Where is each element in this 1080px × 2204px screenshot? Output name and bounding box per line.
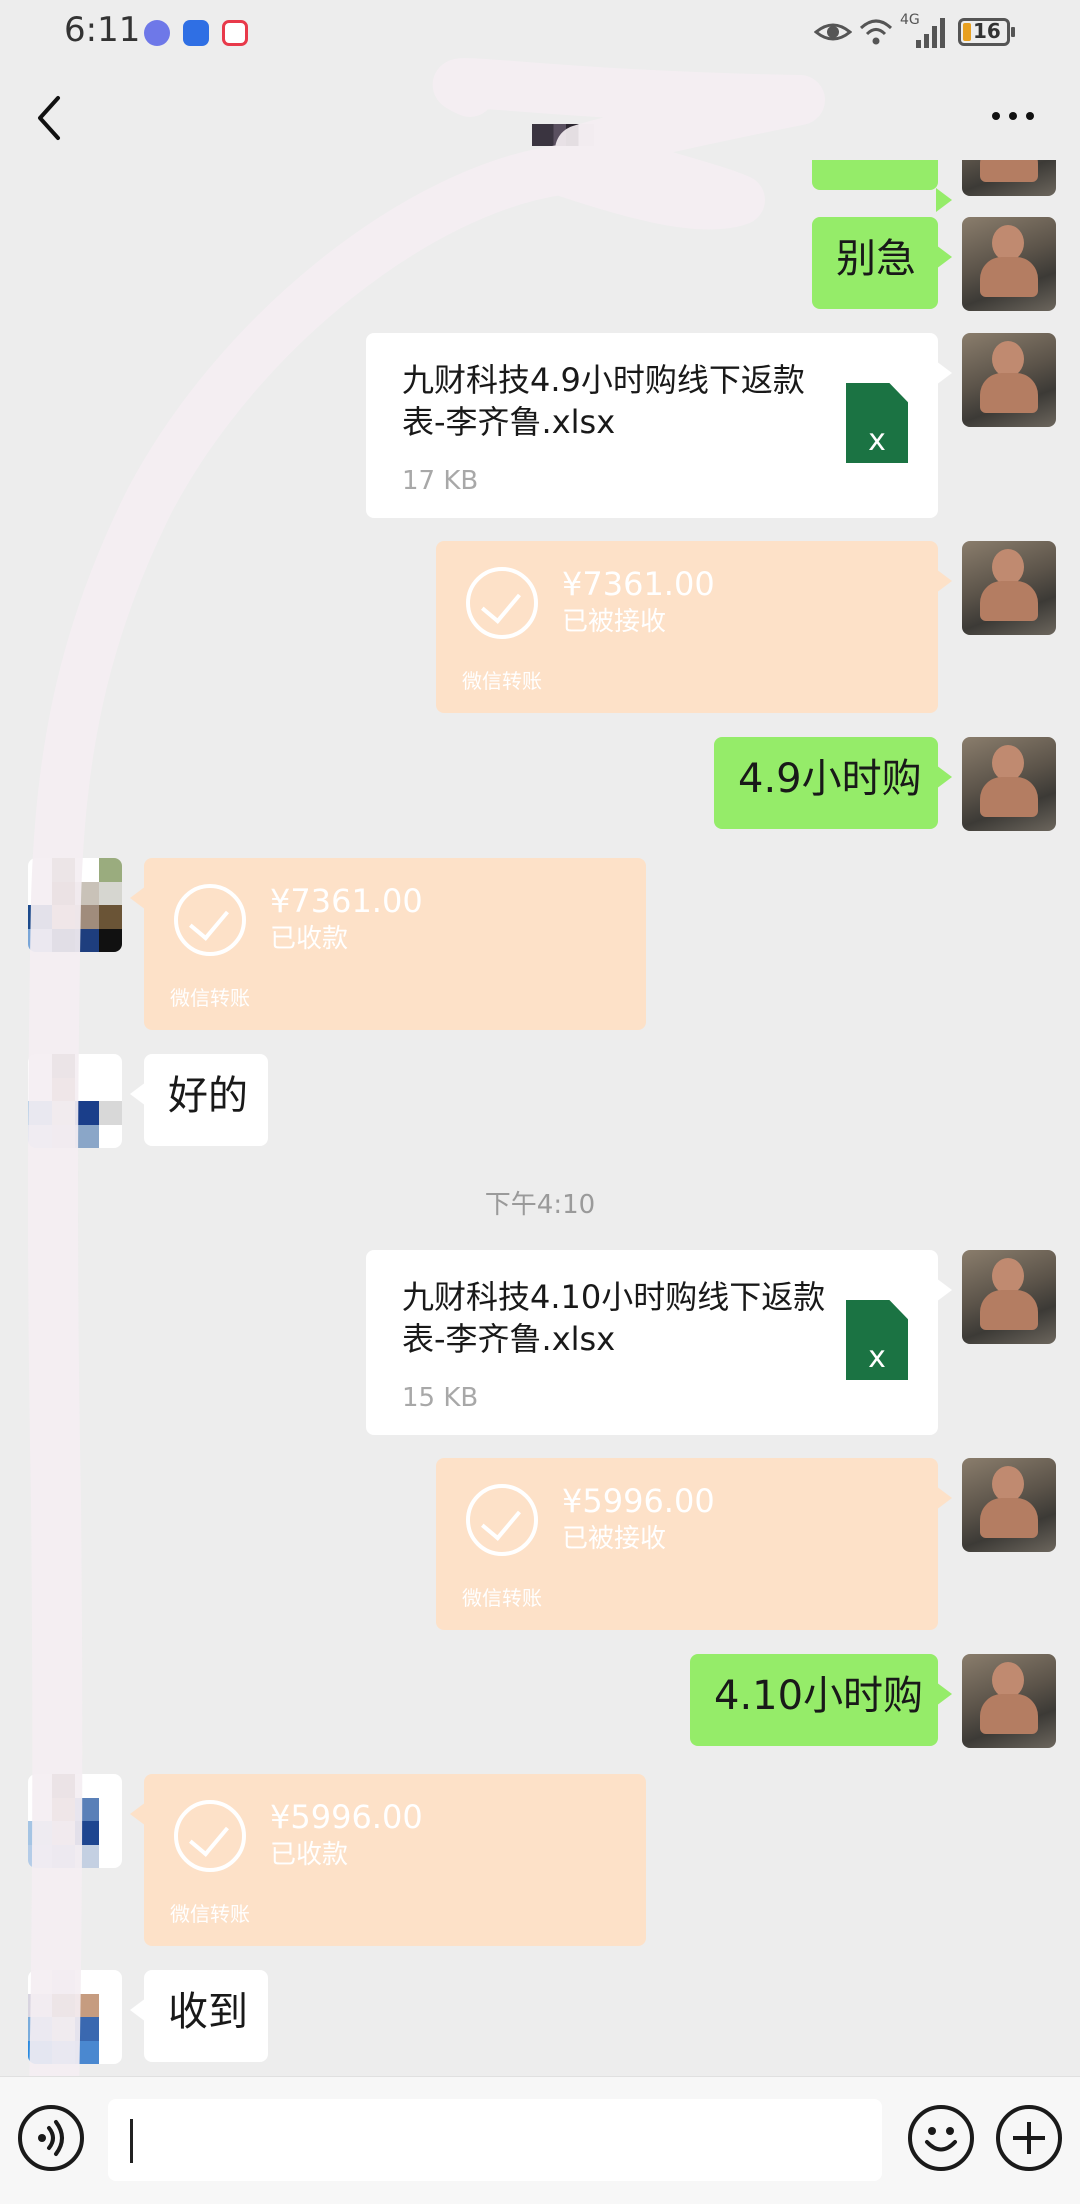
browser-app-icon [183, 20, 209, 46]
my-avatar[interactable] [962, 1654, 1056, 1748]
transfer-message-bubble[interactable]: ¥5996.00 已收款 微信转账 [130, 1774, 646, 1946]
contact-avatar[interactable] [28, 1970, 122, 2064]
transfer-footer: 微信转账 [170, 1902, 250, 1926]
text-message-bubble[interactable]: 4.10小时购 [690, 1654, 952, 1746]
my-avatar[interactable] [962, 1250, 1056, 1344]
battery-level: 16 [973, 19, 1001, 43]
message-text: 4.9小时购 [738, 756, 922, 802]
text-cursor [130, 2119, 133, 2163]
transfer-status: 已被接收 [562, 1524, 667, 1554]
emoji-icon[interactable] [908, 2105, 974, 2171]
file-message-bubble[interactable]: 九财科技4.9小时购线下返款表-李齐鲁.xlsx 17 KB x [366, 333, 952, 518]
contact-avatar[interactable] [28, 1054, 122, 1148]
music-app-icon [144, 20, 170, 46]
plus-icon[interactable] [996, 2105, 1062, 2171]
transfer-message-bubble[interactable]: ¥7361.00 已收款 微信转账 [130, 858, 646, 1030]
eye-icon [814, 23, 852, 41]
excel-file-icon: x [846, 1300, 908, 1380]
transfer-footer: 微信转账 [462, 669, 542, 693]
chat-header [0, 64, 1080, 170]
transfer-check-icon [174, 884, 246, 956]
transfer-status: 已收款 [270, 924, 349, 954]
my-avatar[interactable] [962, 160, 1056, 196]
signal-icon [916, 18, 945, 48]
file-message-bubble[interactable]: 九财科技4.10小时购线下返款表-李齐鲁.xlsx 15 KB x [366, 1250, 952, 1435]
redacted-title-block [532, 124, 594, 146]
transfer-check-icon [466, 1484, 538, 1556]
message-text: 别急 [836, 236, 916, 282]
message-list[interactable]: 别急 九财科技4.9小时购线下返款表-李齐鲁.xlsx 17 KB x ¥736… [0, 160, 1080, 2075]
contact-avatar[interactable] [28, 1774, 122, 1868]
file-size: 15 KB [402, 1383, 479, 1413]
partial-message-bubble [812, 160, 952, 212]
contact-avatar[interactable] [28, 858, 122, 952]
status-time: 6:11 [64, 10, 141, 50]
message-text-input[interactable] [108, 2099, 882, 2181]
more-dots-icon[interactable] [990, 110, 1036, 122]
transfer-amount: ¥7361.00 [270, 882, 423, 920]
transfer-check-icon [174, 1800, 246, 1872]
text-message-bubble[interactable]: 4.9小时购 [714, 737, 952, 829]
message-timestamp: 下午4:10 [484, 1190, 596, 1220]
my-avatar[interactable] [962, 333, 1056, 427]
transfer-status: 已被接收 [562, 607, 667, 637]
file-name: 九财科技4.9小时购线下返款表-李齐鲁.xlsx [402, 361, 805, 441]
chevron-left-icon[interactable] [28, 92, 72, 144]
message-text: 收到 [168, 1989, 248, 2035]
message-text: 4.10小时购 [714, 1673, 924, 1719]
battery-icon: 16 [958, 18, 1015, 46]
message-input-bar [0, 2076, 1080, 2204]
message-text: 好的 [168, 1073, 248, 1119]
transfer-status: 已收款 [270, 1840, 349, 1870]
my-avatar[interactable] [962, 1458, 1056, 1552]
transfer-check-icon [466, 567, 538, 639]
file-name: 九财科技4.10小时购线下返款表-李齐鲁.xlsx [402, 1278, 826, 1358]
text-message-bubble[interactable]: 好的 [130, 1054, 268, 1146]
red-app-icon [222, 20, 248, 46]
transfer-message-bubble[interactable]: ¥5996.00 已被接收 微信转账 [436, 1458, 952, 1630]
file-size: 17 KB [402, 466, 479, 496]
transfer-footer: 微信转账 [462, 1586, 542, 1610]
transfer-footer: 微信转账 [170, 986, 250, 1010]
wifi-icon [859, 19, 893, 45]
transfer-message-bubble[interactable]: ¥7361.00 已被接收 微信转账 [436, 541, 952, 713]
transfer-amount: ¥7361.00 [562, 565, 715, 603]
voice-icon[interactable] [18, 2105, 84, 2171]
transfer-amount: ¥5996.00 [270, 1798, 423, 1836]
status-bar: 6:11 4G 16 [0, 0, 1080, 64]
my-avatar[interactable] [962, 737, 1056, 831]
my-avatar[interactable] [962, 217, 1056, 311]
excel-file-icon: x [846, 383, 908, 463]
text-message-bubble[interactable]: 别急 [812, 217, 952, 309]
my-avatar[interactable] [962, 541, 1056, 635]
transfer-amount: ¥5996.00 [562, 1482, 715, 1520]
text-message-bubble[interactable]: 收到 [130, 1970, 268, 2062]
